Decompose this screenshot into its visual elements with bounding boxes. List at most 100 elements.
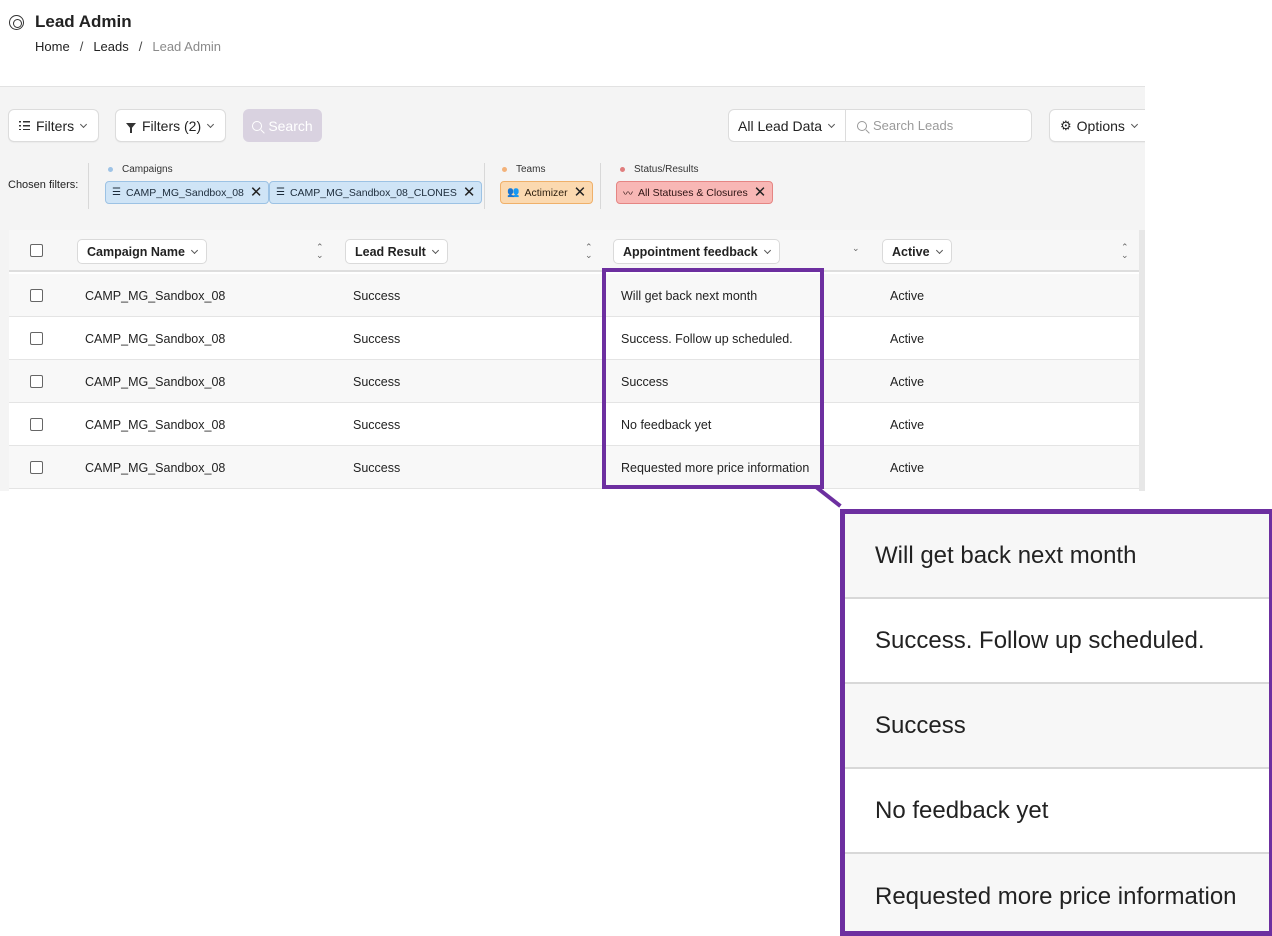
filters-button-label: Filters — [36, 117, 75, 134]
table-row[interactable]: CAMP_MG_Sandbox_08 Success Success. Foll… — [9, 317, 1145, 360]
column-header-appointment-feedback[interactable]: Appointment feedback — [613, 239, 780, 264]
search-button-label: Search — [268, 117, 313, 134]
chevron-down-icon — [763, 246, 771, 254]
cell-campaign-name: CAMP_MG_Sandbox_08 — [85, 289, 226, 303]
chevron-down-icon — [935, 246, 943, 254]
target-icon — [9, 15, 24, 30]
leads-panel: Filters Filters (2) Search All Lead Data… — [0, 86, 1145, 491]
sort-icon[interactable]: ⌃ ⌄ — [316, 243, 324, 260]
table-row[interactable]: CAMP_MG_Sandbox_08 Success No feedback y… — [9, 403, 1145, 446]
cell-active: Active — [890, 461, 925, 475]
table-row[interactable]: CAMP_MG_Sandbox_08 Success Requested mor… — [9, 446, 1145, 489]
row-checkbox[interactable] — [30, 289, 43, 302]
filters-button[interactable]: Filters — [8, 109, 99, 142]
divider — [484, 163, 485, 209]
search-icon — [252, 120, 263, 131]
sort-icon[interactable]: ⌃ ⌄ — [585, 243, 593, 260]
cell-campaign-name: CAMP_MG_Sandbox_08 — [85, 461, 226, 475]
cell-lead-result: Success — [353, 461, 401, 475]
sort-icon[interactable]: ⌃ ⌄ — [1121, 243, 1129, 260]
filter-group-title-campaigns: Campaigns — [108, 164, 173, 175]
table-scrollbar[interactable] — [1139, 230, 1145, 491]
row-checkbox[interactable] — [30, 375, 43, 388]
divider — [600, 163, 601, 209]
column-header-label: Campaign Name — [87, 244, 185, 259]
filter-group-label: Status/Results — [634, 164, 699, 175]
column-header-campaign-name[interactable]: Campaign Name — [77, 239, 207, 264]
column-header-active[interactable]: Active — [882, 239, 952, 264]
chevron-down-icon — [1130, 120, 1138, 128]
cell-campaign-name: CAMP_MG_Sandbox_08 — [85, 418, 226, 432]
zoom-item: Requested more price information — [845, 854, 1269, 931]
breadcrumb-separator: / — [79, 39, 84, 54]
zoom-item: Success — [845, 684, 1269, 769]
close-icon[interactable]: ✕ — [754, 185, 767, 200]
pulse-icon: 〰 — [623, 189, 633, 200]
close-icon[interactable]: ✕ — [574, 185, 587, 200]
table-header: Campaign Name ⌃ ⌄ Lead Result ⌃ ⌄ Appointm… — [9, 230, 1145, 272]
filter-chip-campaign[interactable]: ☰ CAMP_MG_Sandbox_08 ✕ — [105, 181, 270, 204]
chevron-down-icon — [431, 246, 439, 254]
cell-lead-result: Success — [353, 418, 401, 432]
breadcrumb-separator: / — [138, 39, 143, 54]
options-button[interactable]: ⚙ Options — [1049, 109, 1145, 142]
filter-group-title-status: Status/Results — [620, 164, 698, 175]
cell-lead-result: Success — [353, 375, 401, 389]
close-icon[interactable]: ✕ — [463, 185, 476, 200]
filter-chip-team[interactable]: 👥 Actimizer ✕ — [500, 181, 594, 204]
divider — [88, 163, 89, 209]
options-button-label: Options — [1076, 117, 1125, 134]
active-filters-button[interactable]: Filters (2) — [115, 109, 226, 142]
dot-icon — [620, 167, 625, 172]
list-icon — [19, 121, 30, 130]
filter-group-label: Campaigns — [122, 164, 173, 175]
sort-desc-icon[interactable]: ⌄ — [852, 244, 860, 253]
active-filters-label: Filters (2) — [142, 117, 202, 134]
page-header: Lead Admin Home / Leads / Lead Admin — [0, 0, 1272, 86]
page-title: Lead Admin — [35, 12, 132, 31]
cell-active: Active — [890, 289, 925, 303]
breadcrumb-leads[interactable]: Leads — [93, 39, 128, 54]
table-row[interactable]: CAMP_MG_Sandbox_08 Success Will get back… — [9, 274, 1145, 317]
filter-group-label: Teams — [516, 164, 546, 175]
filter-group-title-teams: Teams — [502, 164, 545, 175]
cell-active: Active — [890, 375, 925, 389]
chosen-filters-label: Chosen filters: — [8, 179, 79, 191]
filter-chip-campaign[interactable]: ☰ CAMP_MG_Sandbox_08_CLONES ✕ — [269, 181, 483, 204]
close-icon[interactable]: ✕ — [250, 185, 263, 200]
filter-chip-status[interactable]: 〰 All Statuses & Closures ✕ — [616, 181, 774, 204]
zoom-item: Success. Follow up scheduled. — [845, 599, 1269, 684]
chevron-down-icon — [190, 246, 198, 254]
row-checkbox[interactable] — [30, 418, 43, 431]
feedback-column-highlight — [602, 268, 824, 489]
dot-icon — [108, 167, 113, 172]
search-leads-field — [845, 109, 1032, 142]
select-all-checkbox[interactable] — [30, 244, 43, 257]
cell-lead-result: Success — [353, 289, 401, 303]
column-header-label: Lead Result — [355, 244, 426, 259]
search-icon — [857, 120, 867, 131]
search-button[interactable]: Search — [243, 109, 322, 142]
lead-data-select[interactable]: All Lead Data — [728, 109, 846, 142]
breadcrumb-home[interactable]: Home — [35, 39, 70, 54]
row-checkbox[interactable] — [30, 461, 43, 474]
list-icon: ☰ — [112, 187, 121, 198]
chevron-down-icon — [80, 120, 88, 128]
dot-icon — [502, 167, 507, 172]
column-header-label: Active — [892, 244, 930, 259]
cell-campaign-name: CAMP_MG_Sandbox_08 — [85, 375, 226, 389]
column-header-lead-result[interactable]: Lead Result — [345, 239, 448, 264]
filter-chip-label: Actimizer — [524, 186, 568, 199]
table-row[interactable]: CAMP_MG_Sandbox_08 Success Success Activ… — [9, 360, 1145, 403]
cell-campaign-name: CAMP_MG_Sandbox_08 — [85, 332, 226, 346]
chevron-down-icon — [828, 120, 836, 128]
row-checkbox[interactable] — [30, 332, 43, 345]
cell-active: Active — [890, 418, 925, 432]
breadcrumb: Home / Leads / Lead Admin — [35, 39, 221, 54]
column-header-label: Appointment feedback — [623, 244, 758, 259]
list-icon: ☰ — [276, 187, 285, 198]
search-leads-input[interactable] — [873, 118, 1023, 133]
feedback-zoom-callout: Will get back next month Success. Follow… — [840, 509, 1272, 936]
filter-chip-label: CAMP_MG_Sandbox_08 — [125, 186, 244, 199]
funnel-icon — [126, 122, 136, 133]
